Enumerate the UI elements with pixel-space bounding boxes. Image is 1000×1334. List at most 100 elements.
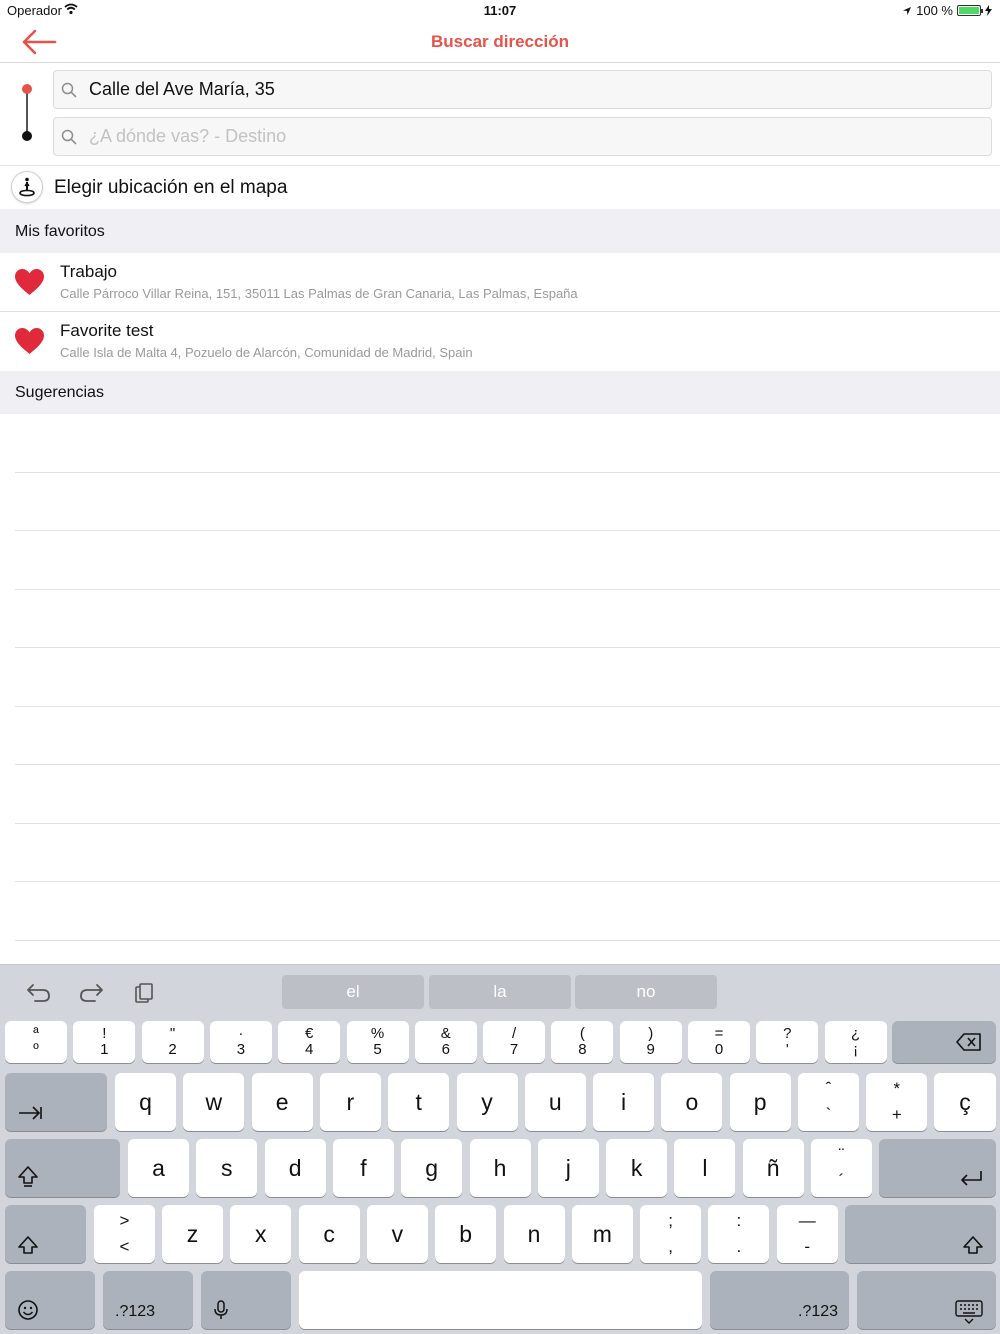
key-v[interactable]: v (366, 1205, 428, 1263)
key-u[interactable]: u (524, 1073, 586, 1131)
key-primary-char: º (33, 1041, 39, 1058)
key-y[interactable]: y (456, 1073, 518, 1131)
key-secondary-char: ) (648, 1025, 654, 1042)
key-diaeresis[interactable]: ¨ ´ (811, 1139, 872, 1197)
key-angle-brackets[interactable]: > < (94, 1205, 155, 1263)
key-secondary-char: & (440, 1025, 451, 1042)
tab-icon (19, 1106, 42, 1120)
favorite-item[interactable]: Trabajo Calle Párroco Villar Reina, 151,… (0, 253, 1000, 312)
key-s[interactable]: s (196, 1139, 258, 1197)
key-primary-char: 9 (646, 1041, 655, 1058)
key-h[interactable]: h (469, 1139, 531, 1197)
key-1[interactable]: ! 1 (73, 1021, 136, 1063)
dictation-key[interactable] (201, 1271, 291, 1329)
key-o[interactable]: o (661, 1073, 723, 1131)
shift-key-right[interactable] (845, 1205, 996, 1263)
key-3[interactable]: · 3 (209, 1021, 272, 1063)
key-l[interactable]: l (674, 1139, 736, 1197)
key-6[interactable]: & 6 (414, 1021, 477, 1063)
list-item (15, 531, 1000, 590)
key-9[interactable]: ) 9 (619, 1021, 682, 1063)
key-primary-char: . (736, 1237, 742, 1256)
list-item (15, 648, 1000, 707)
choose-on-map-row[interactable]: Elegir ubicación en el mapa (0, 166, 1000, 209)
key-secondary-char: > (119, 1211, 130, 1230)
key-¡[interactable]: ¿ ¡ (824, 1021, 887, 1063)
heart-icon (15, 328, 44, 354)
key-q[interactable]: q (115, 1073, 176, 1131)
key-2[interactable]: " 2 (141, 1021, 204, 1063)
key-primary-char: ' (785, 1041, 789, 1058)
key-r[interactable]: r (319, 1073, 381, 1131)
key-x[interactable]: x (230, 1205, 292, 1263)
key-primary-char: 2 (168, 1041, 177, 1058)
key-4[interactable]: €4 (278, 1021, 341, 1063)
battery-icon (957, 5, 983, 16)
key-w[interactable]: w (183, 1073, 245, 1131)
return-key[interactable] (879, 1139, 996, 1197)
key-p[interactable]: p (729, 1073, 791, 1131)
key-accent-1[interactable]: * + (866, 1073, 928, 1131)
route-inputs (0, 63, 1000, 166)
key-ñ[interactable]: ñ (742, 1139, 804, 1197)
key-secondary-char: ¨ (838, 1145, 845, 1164)
key-0[interactable]: = 0 (688, 1021, 750, 1063)
key-8[interactable]: (8 (551, 1021, 614, 1063)
tab-key[interactable] (5, 1073, 107, 1131)
keyboard: el la no ª º! 1 " 2 · 3 €4% 5 & 6/7(8) 9 = 0? ' ¿ ¡ q w e r t… (0, 964, 1000, 1334)
key-t[interactable]: t (388, 1073, 450, 1131)
key-c[interactable]: c (298, 1205, 360, 1263)
key-7[interactable]: /7 (483, 1021, 546, 1063)
key-primary-char: 1 (100, 1041, 109, 1058)
key-z[interactable]: z (162, 1205, 223, 1263)
key-e[interactable]: e (251, 1073, 313, 1131)
suggestions-list (0, 414, 1000, 941)
heart-icon (15, 269, 44, 295)
key-j[interactable]: j (537, 1139, 599, 1197)
key-c-cedilla[interactable]: ç (934, 1073, 996, 1131)
numbers-mode-key-left[interactable]: .?123 (103, 1271, 193, 1329)
key-n[interactable]: n (503, 1205, 565, 1263)
key-secondary-char: ¿ (851, 1025, 861, 1042)
origin-input[interactable] (89, 71, 979, 108)
undo-icon[interactable] (26, 982, 52, 1004)
key-5[interactable]: % 5 (346, 1021, 409, 1063)
key-i[interactable]: i (593, 1073, 655, 1131)
map-pin-icon (11, 171, 43, 203)
space-key[interactable] (299, 1271, 702, 1329)
key-accent-0[interactable]: ˆ ` (798, 1073, 859, 1131)
key-a[interactable]: a (128, 1139, 189, 1197)
caps-lock-key[interactable] (5, 1139, 120, 1197)
battery-fill (959, 7, 979, 14)
backspace-key[interactable] (892, 1021, 996, 1063)
key-secondary-char: ( (579, 1025, 585, 1042)
key-'[interactable]: ? ' (756, 1021, 819, 1063)
key-d[interactable]: d (264, 1139, 326, 1197)
numbers-mode-key-right[interactable]: .?123 (710, 1271, 849, 1329)
key-primary-char: ` (825, 1105, 832, 1124)
battery-percent: 100 % (916, 3, 953, 18)
keyboard-dismiss-key[interactable] (857, 1271, 996, 1329)
prediction-suggestion[interactable]: el (282, 975, 424, 1009)
destination-field[interactable] (53, 117, 992, 156)
key-º[interactable]: ªº (5, 1021, 67, 1063)
emoji-key[interactable] (5, 1271, 95, 1329)
key-m[interactable]: m (571, 1205, 633, 1263)
key-f[interactable]: f (332, 1139, 394, 1197)
shift-key-left[interactable] (5, 1205, 86, 1263)
favorite-item[interactable]: Favorite test Calle Isla de Malta 4, Poz… (0, 312, 1000, 371)
key-k[interactable]: k (606, 1139, 668, 1197)
key-punct-2[interactable]: — - (776, 1205, 838, 1263)
paste-icon[interactable] (132, 982, 158, 1004)
key-punct-1[interactable]: :. (708, 1205, 770, 1263)
prediction-suggestion[interactable]: no (575, 975, 717, 1009)
search-icon (61, 129, 77, 145)
redo-icon[interactable] (78, 982, 104, 1004)
destination-input[interactable] (89, 118, 979, 155)
key-punct-0[interactable]: ;, (640, 1205, 702, 1263)
key-b[interactable]: b (435, 1205, 497, 1263)
key-secondary-char: · (238, 1025, 244, 1042)
origin-field[interactable] (53, 70, 992, 109)
key-g[interactable]: g (401, 1139, 463, 1197)
prediction-suggestion[interactable]: la (429, 975, 571, 1009)
